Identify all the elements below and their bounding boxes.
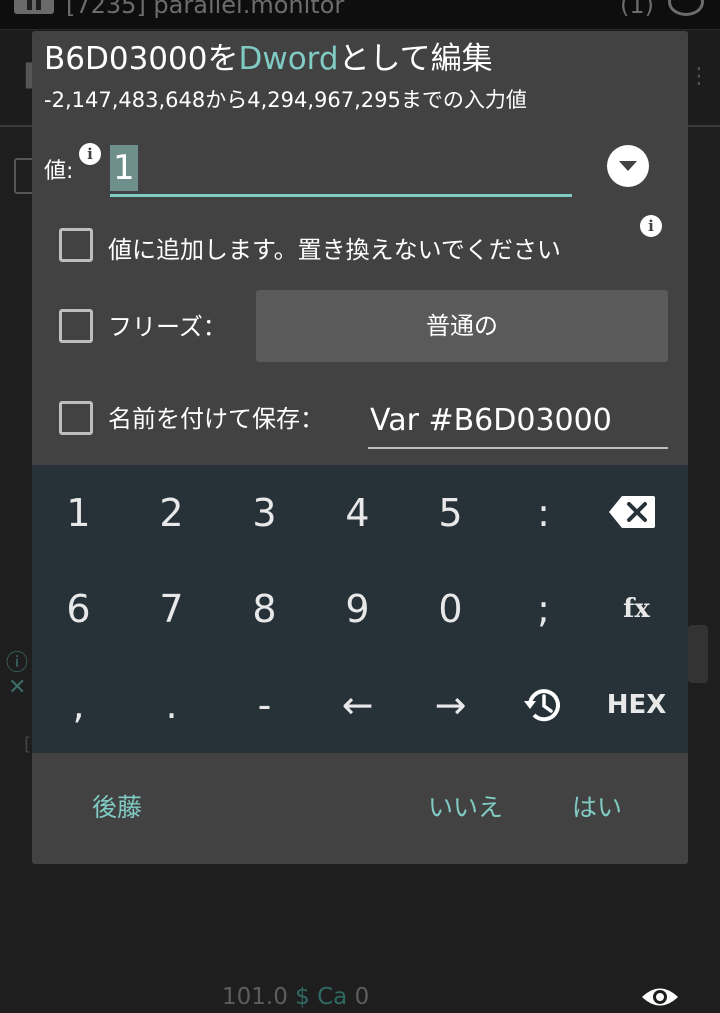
status-dollar: $ [295,984,310,1010]
app-top-bar: [7235] parallel.monitor (1) [0,0,720,30]
overflow-menu-icon: ⋮ [688,64,710,89]
edit-value-dialog: B6D03000をDwordとして編集 -2,147,483,648から4,29… [32,31,688,864]
save-name-checkbox[interactable] [59,401,93,435]
key-left-arrow[interactable]: ← [311,657,404,753]
background-marker: [ [24,734,32,755]
eye-icon[interactable] [640,982,680,1012]
save-name-input[interactable]: Var #B6D03000 [368,397,668,449]
back-button[interactable]: 後藤 [92,783,142,833]
process-count: (1) [620,0,654,19]
freeze-label[interactable]: フリーズ： [108,310,227,344]
add-value-info-icon[interactable]: i [640,215,662,237]
save-name-label[interactable]: 名前を付けて保存： [108,402,324,436]
key-7[interactable]: 7 [125,561,218,657]
title-type: Dword [238,41,339,77]
app-title: [7235] parallel.monitor [66,0,345,19]
background-info-icon: ⓘ [6,651,29,676]
key-3[interactable]: 3 [218,465,311,561]
title-address: B6D03000を [44,41,239,77]
backspace-key[interactable] [590,465,683,561]
chevron-down-icon[interactable] [607,145,649,187]
key-5[interactable]: 5 [404,465,497,561]
key-semicolon[interactable]: ; [497,561,590,657]
dialog-title: B6D03000をDwordとして編集 [44,37,493,81]
add-value-checkbox[interactable] [59,228,93,262]
no-button[interactable]: いいえ [428,783,503,833]
key-comma[interactable]: , [32,657,125,753]
key-8[interactable]: 8 [218,561,311,657]
key-function[interactable]: fx [590,561,683,657]
add-value-label[interactable]: 値に追加します。置き換えないでください [108,233,561,267]
key-colon[interactable]: : [497,465,590,561]
value-text: 1 [110,145,138,191]
history-icon [524,689,560,722]
status-ca-value: 0 [354,984,370,1010]
value-input[interactable]: 1 [110,141,572,197]
key-2[interactable]: 2 [125,465,218,561]
key-minus[interactable]: - [218,657,311,753]
key-4[interactable]: 4 [311,465,404,561]
key-6[interactable]: 6 [32,561,125,657]
status-ca: Ca [317,984,348,1010]
status-line: 101.0 $ Ca 0 [222,984,369,1010]
background-close-icon: ✕ [8,675,27,700]
key-period[interactable]: . [125,657,218,753]
pause-icon[interactable] [14,0,54,14]
backspace-icon [609,496,655,528]
yes-button[interactable]: はい [572,783,622,833]
key-1[interactable]: 1 [32,465,125,561]
key-right-arrow[interactable]: → [404,657,497,753]
value-info-icon[interactable]: i [79,143,101,165]
background-button [688,625,708,683]
title-suffix: として編集 [338,41,493,77]
key-hex[interactable]: HEX [590,657,683,753]
refresh-icon[interactable] [668,0,704,16]
key-0[interactable]: 0 [404,561,497,657]
status-number: 101.0 [222,984,288,1010]
key-9[interactable]: 9 [311,561,404,657]
value-label: 値: [44,159,74,184]
history-key[interactable] [497,657,590,753]
range-hint: -2,147,483,648から4,294,967,295までの入力値 [44,88,527,112]
freeze-type-select[interactable]: 普通の [256,290,668,362]
numeric-keypad: 1 2 3 4 5 : 6 7 8 9 0 ; fx , . - ← → HEX [32,465,688,753]
freeze-checkbox[interactable] [59,309,93,343]
